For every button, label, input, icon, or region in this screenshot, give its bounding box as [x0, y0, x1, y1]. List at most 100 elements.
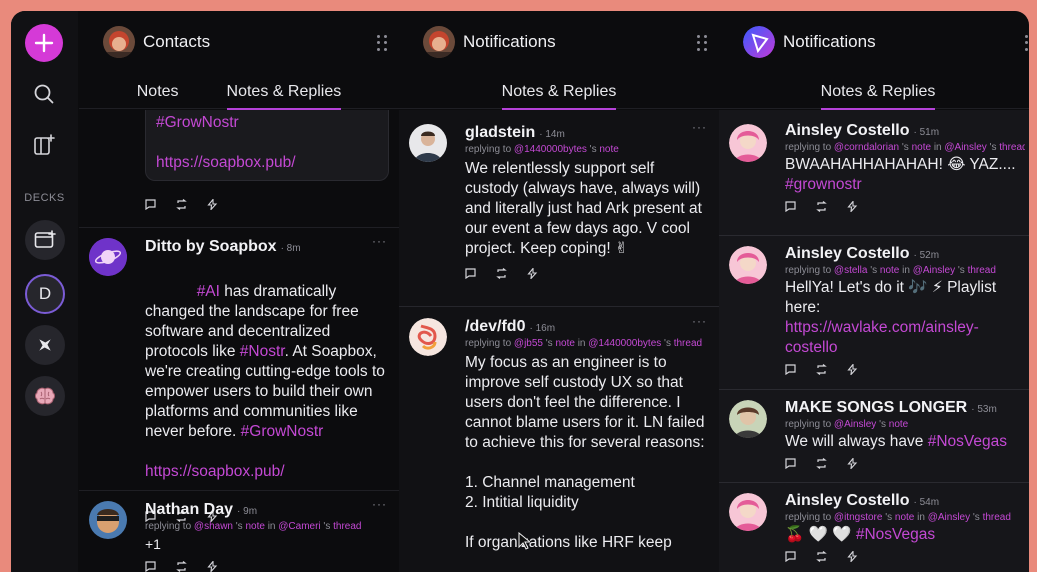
more-icon[interactable]: ···: [692, 120, 707, 134]
link-card[interactable]: #GrowNostr https://soapbox.pub/: [145, 110, 389, 181]
post[interactable]: MAKE SONGS LONGER · 53m replying to @Ain…: [719, 390, 1029, 483]
post[interactable]: /dev/fd0 · 16m ··· replying to @jb55 's …: [399, 308, 719, 572]
post[interactable]: Ainsley Costello · 52m replying to @stel…: [719, 236, 1029, 390]
hashtag[interactable]: #grownostr: [785, 176, 862, 193]
more-icon[interactable]: ···: [372, 497, 387, 511]
airplane-icon: [39, 339, 51, 351]
repost-icon[interactable]: [816, 550, 827, 562]
reply-context: replying to @itngstore 's note in @Ainsl…: [785, 512, 1011, 523]
reply-icon[interactable]: [145, 560, 156, 572]
post[interactable]: #GrowNostr https://soapbox.pub/: [79, 110, 399, 228]
post[interactable]: Ditto by Soapbox · 8m ··· #AI has dramat…: [79, 228, 399, 522]
post-actions: [145, 558, 387, 572]
zap-icon[interactable]: [847, 550, 858, 562]
search-button[interactable]: [29, 79, 59, 109]
hashtag[interactable]: #AI: [197, 283, 220, 300]
card-hashtag[interactable]: #GrowNostr: [156, 113, 378, 133]
compose-button[interactable]: [25, 24, 63, 62]
author-name[interactable]: Nathan Day: [145, 501, 233, 519]
more-icon[interactable]: ···: [372, 234, 387, 248]
zap-icon[interactable]: [527, 267, 538, 279]
post[interactable]: Ainsley Costello · 54m replying to @itng…: [719, 483, 1029, 572]
post-text: We will always have #NosVegas: [785, 433, 1007, 450]
zap-icon[interactable]: [207, 198, 218, 210]
column-avatar: [423, 26, 455, 58]
new-deck-button[interactable]: [25, 220, 65, 260]
avatar[interactable]: [89, 238, 127, 276]
author-name[interactable]: MAKE SONGS LONGER: [785, 399, 967, 417]
tab-notes[interactable]: Notes: [137, 79, 179, 108]
card-link[interactable]: https://soapbox.pub/: [156, 153, 378, 173]
add-column-button[interactable]: [29, 130, 59, 160]
link[interactable]: https://wavlake.com/ainsley-costello: [785, 319, 979, 356]
post[interactable]: gladstein · 14m ··· replying to @1440000…: [399, 118, 719, 307]
repost-icon[interactable]: [496, 267, 507, 279]
author-name[interactable]: Ainsley Costello: [785, 122, 909, 140]
reply-icon[interactable]: [785, 200, 796, 212]
repost-icon[interactable]: [176, 198, 187, 210]
hashtag[interactable]: #NosVegas: [856, 526, 935, 543]
drag-handle-icon[interactable]: [377, 35, 387, 51]
post[interactable]: Nathan Day · 9m ··· replying to @shawn '…: [79, 491, 399, 572]
deck-plane-button[interactable]: [25, 325, 65, 365]
avatar[interactable]: [409, 318, 447, 356]
hashtag[interactable]: #NosVegas: [928, 433, 1007, 450]
column-notifications-2: Notifications Notes & Replies Ainsley Co…: [719, 11, 1029, 572]
post-time: · 52m: [913, 250, 940, 261]
column-header: Notifications: [743, 25, 1029, 59]
post-actions: [145, 196, 218, 212]
column-notifications: Notifications Notes & Replies gladstein …: [399, 11, 719, 572]
post-body: Ditto by Soapbox · 8m ··· #AI has dramat…: [145, 234, 387, 524]
deck-d-button[interactable]: D: [25, 274, 65, 314]
tab-notes-replies[interactable]: Notes & Replies: [820, 79, 935, 110]
reply-icon[interactable]: [785, 457, 796, 469]
repost-icon[interactable]: [816, 363, 827, 375]
zap-icon[interactable]: [847, 200, 858, 212]
post-time: · 16m: [529, 323, 556, 334]
hashtag[interactable]: #Nostr: [240, 343, 285, 360]
avatar[interactable]: [729, 400, 767, 438]
reply-icon[interactable]: [465, 267, 476, 279]
reply-icon[interactable]: [785, 363, 796, 375]
post-time: · 51m: [913, 127, 940, 138]
column-header: Contacts: [103, 25, 399, 59]
author-name[interactable]: gladstein: [465, 124, 535, 142]
drag-handle-icon[interactable]: [697, 35, 707, 51]
post[interactable]: Ainsley Costello · 51m replying to @corn…: [719, 122, 1029, 236]
repost-icon[interactable]: [816, 457, 827, 469]
avatar[interactable]: [729, 124, 767, 162]
reply-context: replying to @corndalorian 's note in @Ai…: [785, 142, 1025, 153]
drag-handle-icon[interactable]: [1025, 35, 1029, 51]
app-window: DECKS D Contacts Notes Notes & Replies #…: [11, 11, 1029, 572]
reply-context: replying to @stella 's note in @Ainsley …: [785, 265, 996, 276]
author-name[interactable]: /dev/fd0: [465, 318, 525, 336]
repost-icon[interactable]: [176, 560, 187, 572]
reply-icon[interactable]: [785, 550, 796, 562]
post-header: /dev/fd0 · 16m ···: [465, 314, 707, 336]
avatar[interactable]: [409, 124, 447, 162]
avatar[interactable]: [89, 501, 127, 539]
tab-notes-replies[interactable]: Notes & Replies: [501, 79, 616, 110]
zap-icon[interactable]: [847, 363, 858, 375]
author-name[interactable]: Ditto by Soapbox: [145, 238, 277, 256]
link[interactable]: https://soapbox.pub/: [145, 463, 285, 480]
hashtag[interactable]: #GrowNostr: [241, 423, 324, 440]
post-body: Ainsley Costello · 54m replying to @itng…: [785, 492, 1025, 564]
post-body: Ainsley Costello · 52m replying to @stel…: [785, 245, 1025, 377]
author-name[interactable]: Ainsley Costello: [785, 245, 909, 263]
author-name[interactable]: Ainsley Costello: [785, 492, 909, 510]
zap-icon[interactable]: [847, 457, 858, 469]
reply-icon[interactable]: [145, 198, 156, 210]
deck-brain-button[interactable]: [25, 376, 65, 416]
repost-icon[interactable]: [816, 200, 827, 212]
post-text: +1: [145, 536, 161, 552]
avatar[interactable]: [729, 246, 767, 284]
zap-icon[interactable]: [207, 560, 218, 572]
feed: gladstein · 14m ··· replying to @1440000…: [399, 110, 719, 572]
avatar[interactable]: [729, 493, 767, 531]
tab-notes-replies[interactable]: Notes & Replies: [226, 79, 341, 110]
post-time: · 54m: [913, 497, 940, 508]
more-icon[interactable]: ···: [692, 314, 707, 328]
post-header: Nathan Day · 9m ···: [145, 497, 387, 519]
feed: Ainsley Costello · 51m replying to @corn…: [719, 110, 1029, 572]
